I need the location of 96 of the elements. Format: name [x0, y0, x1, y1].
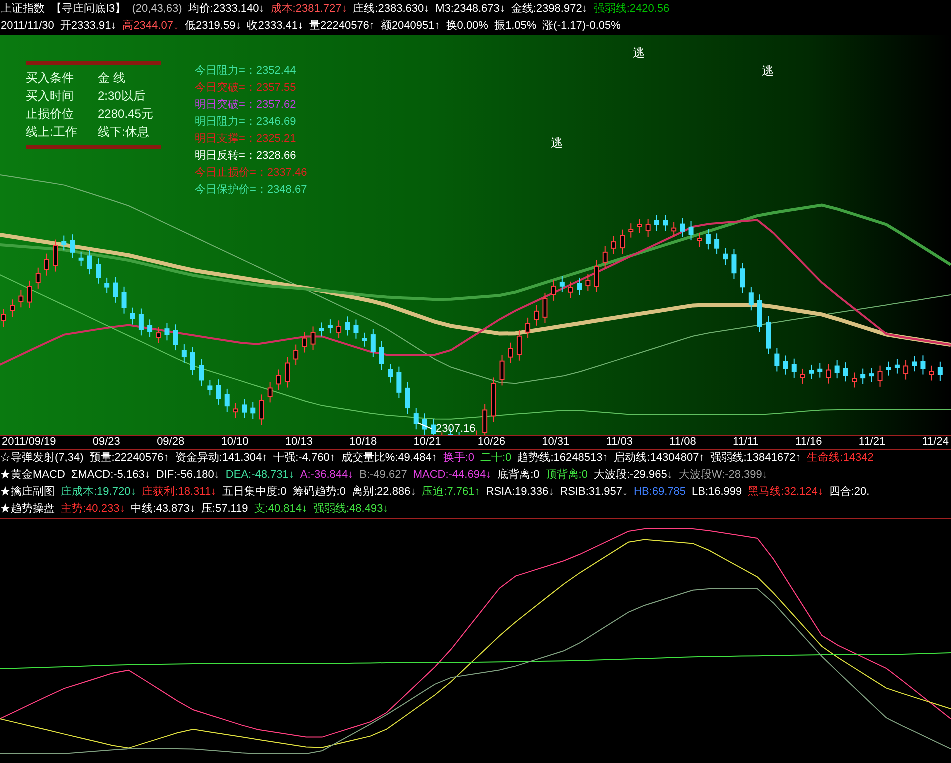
quote-field: 庄获利:18.311↓ — [142, 484, 217, 501]
quote-field: 支:40.814↓ — [254, 501, 308, 518]
low-price-label: 2307.16 — [436, 423, 476, 435]
quote-field: B:-49.627 — [360, 467, 408, 484]
condition-label: 买入条件 — [26, 70, 75, 87]
quote-field: 主势:40.233↓ — [61, 501, 126, 518]
quote-field: 庄线:2383.630↓ — [353, 1, 430, 18]
quote-field: 【寻庄问底I3】 — [51, 1, 126, 18]
condition-value: 2280.45元 — [98, 106, 154, 123]
quote-field: 成交量比%:49.484↑ — [341, 450, 438, 467]
quote-field: HB:69.785 — [634, 484, 686, 501]
quote-field: 振1.05% — [494, 18, 537, 35]
quote-field: 四合:20. — [829, 484, 870, 501]
quote-field: 顶背离:0 — [546, 467, 588, 484]
condition-label: 线上:工作 — [26, 124, 78, 141]
condition-value: 2:30以后 — [98, 88, 146, 105]
date-label: 10/18 — [350, 436, 378, 449]
quote-field: RSIB:31.957↓ — [560, 484, 628, 501]
quote-field: LB:16.999 — [692, 484, 742, 501]
date-label: 10/31 — [542, 436, 570, 449]
price-level-label: 明日反转=：2328.66 — [195, 149, 298, 164]
quote-field: DIF:-56.180↓ — [156, 467, 220, 484]
quote-field: MACD:-44.694↓ — [413, 467, 492, 484]
quote-field: 预量:22240576↑ — [90, 450, 170, 467]
price-level-label: 今日突破=：2357.55 — [195, 80, 298, 96]
quote-field: 强弱线:2420.56 — [594, 1, 670, 18]
quote-field: 筹码趋势:0 — [292, 484, 346, 501]
price-level-label: 明日阻力=：2346.69 — [195, 115, 298, 130]
quote-field: 中线:43.873↓ — [131, 501, 196, 518]
quote-field: DEA:-48.731↓ — [226, 467, 294, 484]
quote-field: 离别:22.886↓ — [352, 484, 416, 501]
escape-signal: 逃 — [551, 135, 563, 152]
quote-field: 额2040951↑ — [380, 18, 440, 35]
quote-field: RSIA:19.336↓ — [486, 484, 554, 501]
quote-field: (20,43,63) — [132, 1, 182, 18]
date-label: 2011/09/19 — [2, 436, 56, 449]
quote-field: 庄成本:19.720↓ — [61, 484, 136, 501]
quote-field: 黑马线:32.124↓ — [748, 484, 824, 501]
quote-field: 均价:2333.140↓ — [188, 1, 265, 18]
quote-field: 上证指数 — [1, 1, 45, 18]
quote-field: 压:57.119 — [201, 501, 248, 518]
date-label: 09/23 — [92, 436, 120, 449]
date-label: 09/28 — [157, 436, 185, 449]
quote-field: 2011/11/30 — [1, 18, 54, 35]
condition-label: 买入时间 — [26, 88, 75, 105]
quote-field: A:-36.844↓ — [300, 467, 354, 484]
condition-label: 止损价位 — [26, 106, 75, 123]
quote-field: ΣMACD:-5.163↓ — [71, 467, 150, 484]
quote-field: 底背离:0 — [498, 467, 540, 484]
quote-field: 五日集中度:0 — [222, 484, 287, 501]
quote-field: 高2344.07↓ — [122, 18, 179, 35]
quote-field: 强弱线:48.493↓ — [314, 501, 389, 518]
quote-field: 金线:2398.972↓ — [511, 1, 588, 18]
date-label: 11/03 — [606, 436, 633, 449]
quote-field: ☆导弹发射(7,34) — [0, 450, 84, 467]
quote-field: ★趋势操盘 — [0, 501, 55, 518]
date-label: 11/08 — [670, 436, 696, 449]
condition-value: 线下:休息 — [98, 124, 150, 141]
quote-field: 启动线:14304807↑ — [614, 450, 705, 467]
leader-line — [418, 422, 432, 430]
quote-field: 二十:0 — [480, 450, 512, 467]
quote-field: 压迫:7.761↑ — [422, 484, 480, 501]
quote-field: 换手:0 — [443, 450, 474, 467]
quote-field: M3:2348.673↓ — [436, 1, 506, 18]
quote-field: 开2333.91↓ — [60, 18, 117, 35]
quote-field: 十强:-4.760↑ — [274, 450, 336, 467]
quote-field: 大波段:-29.965↓ — [594, 467, 673, 484]
quote-field: 成本:2381.727↓ — [270, 1, 348, 18]
condition-value: 金 线 — [98, 70, 126, 87]
quote-field: 大波段W:-28.399↓ — [678, 467, 768, 484]
quote-field: 资金异动:141.304↑ — [175, 450, 268, 467]
quote-field: ★黄金MACD — [0, 467, 66, 484]
price-level-label: 明日突破=：2357.62 — [195, 98, 298, 113]
price-level-label: 今日保护价=：2348.67 — [195, 182, 308, 198]
date-label: 10/10 — [221, 436, 249, 449]
quote-field: ★擒庄副图 — [0, 484, 55, 501]
date-label: 11/24 — [922, 436, 949, 449]
quote-field: 趋势线:16248513↑ — [518, 450, 608, 467]
price-level-label: 今日阻力=：2352.44 — [195, 64, 298, 79]
date-label: 11/16 — [796, 436, 822, 449]
date-label: 10/21 — [414, 436, 442, 449]
date-label: 11/11 — [732, 436, 759, 449]
quote-field: 强弱线:13841672↑ — [710, 450, 802, 467]
quote-field: 换0.00% — [446, 18, 488, 35]
date-label: 10/26 — [478, 436, 506, 449]
escape-signal: 逃 — [762, 63, 774, 80]
quote-field: 低2319.59↓ — [184, 18, 242, 35]
quote-field: 收2333.41↓ — [247, 18, 304, 35]
escape-signal: 逃 — [633, 45, 645, 62]
quote-field: 量22240576↑ — [309, 18, 375, 35]
price-level-label: 今日止损价=：2337.46 — [195, 166, 308, 181]
price-level-label: 明日支撑=：2325.21 — [195, 132, 298, 147]
date-label: 11/21 — [858, 436, 886, 449]
quote-field: 生命线:14342 — [807, 450, 874, 467]
date-label: 10/13 — [285, 436, 313, 449]
quote-field: 涨(-1.17)-0.05% — [542, 18, 621, 35]
